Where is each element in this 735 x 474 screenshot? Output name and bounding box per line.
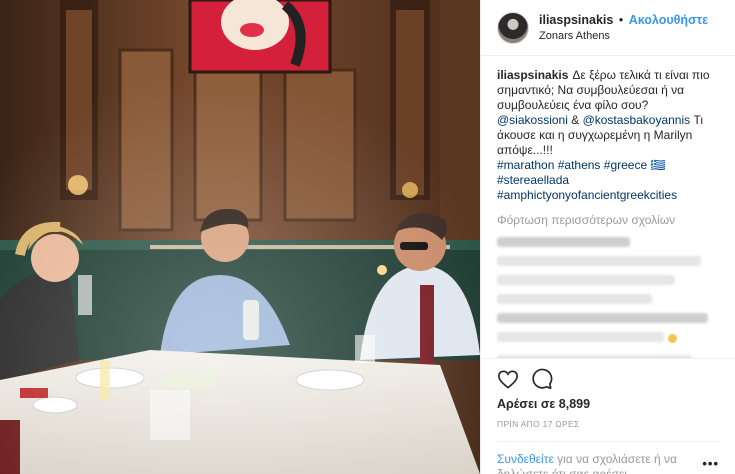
- separator-dot: •: [618, 12, 624, 27]
- post-sidebar: iliaspsinakis • Ακολουθήστε Zonars Athen…: [480, 0, 735, 474]
- hashtag-greece[interactable]: #greece: [604, 158, 647, 172]
- blurred-comments: [497, 237, 719, 358]
- comments-area: iliaspsinakis Δε ξέρω τελικά τι είναι πιο…: [481, 56, 735, 358]
- caption-amp: &: [571, 113, 580, 127]
- blurred-comment: [497, 355, 693, 358]
- mention-kostasbakoyannis[interactable]: @kostasbakoyannis: [583, 113, 691, 127]
- blurred-comment: [497, 275, 675, 285]
- header-text: iliaspsinakis • Ακολουθήστε Zonars Athen…: [539, 12, 708, 44]
- follow-button[interactable]: Ακολουθήστε: [629, 13, 708, 27]
- caption: iliaspsinakis Δε ξέρω τελικά τι είναι πιο…: [497, 68, 719, 203]
- username-link[interactable]: iliaspsinakis: [539, 13, 613, 27]
- blurred-comment: [497, 294, 653, 304]
- post-photo[interactable]: [0, 0, 480, 474]
- header-top-line: iliaspsinakis • Ακολουθήστε: [539, 12, 708, 28]
- post-header: iliaspsinakis • Ακολουθήστε Zonars Athen…: [481, 0, 735, 56]
- mention-siakossioni[interactable]: @siakossioni: [497, 113, 568, 127]
- avatar[interactable]: [497, 11, 529, 44]
- blurred-comment: [497, 256, 702, 266]
- hashtag-amphictyony[interactable]: #amphictyonyofancientgreekcities: [497, 188, 677, 202]
- more-options-icon[interactable]: •••: [702, 456, 719, 471]
- greece-flag-icon: 🇬🇷: [650, 158, 666, 172]
- likes-count[interactable]: Αρέσει σε 8,899: [497, 397, 719, 411]
- blurred-comment: [497, 237, 631, 247]
- comment-bubble-icon[interactable]: [531, 368, 553, 390]
- blurred-comment: [497, 313, 708, 323]
- action-icons: [497, 365, 719, 393]
- blurred-comment: [497, 332, 664, 342]
- blurred-emoji-icon: [667, 334, 677, 344]
- post-time-ago: ΠΡΙΝ ΑΠΟ 17 ΩΡΕΣ: [497, 419, 580, 429]
- post-actions: Αρέσει σε 8,899 ΠΡΙΝ ΑΠΟ 17 ΩΡΕΣ Συνδεθε…: [481, 358, 735, 474]
- heart-icon[interactable]: [497, 369, 519, 389]
- caption-username[interactable]: iliaspsinakis: [497, 68, 568, 82]
- location-link[interactable]: Zonars Athens: [539, 28, 708, 44]
- load-more-comments[interactable]: Φόρτωση περισσότερων σχολίων: [497, 213, 719, 228]
- hashtag-athens[interactable]: #athens: [558, 158, 601, 172]
- hashtag-marathon[interactable]: #marathon: [497, 158, 554, 172]
- hashtag-stereaellada[interactable]: #stereaellada: [497, 173, 569, 187]
- login-prompt: Συνδεθείτε για να σχολιάσετε ή να δηλώσε…: [497, 441, 719, 474]
- login-link[interactable]: Συνδεθείτε: [497, 452, 554, 466]
- restaurant-photo: [0, 0, 480, 474]
- instagram-post: iliaspsinakis • Ακολουθήστε Zonars Athen…: [0, 0, 735, 474]
